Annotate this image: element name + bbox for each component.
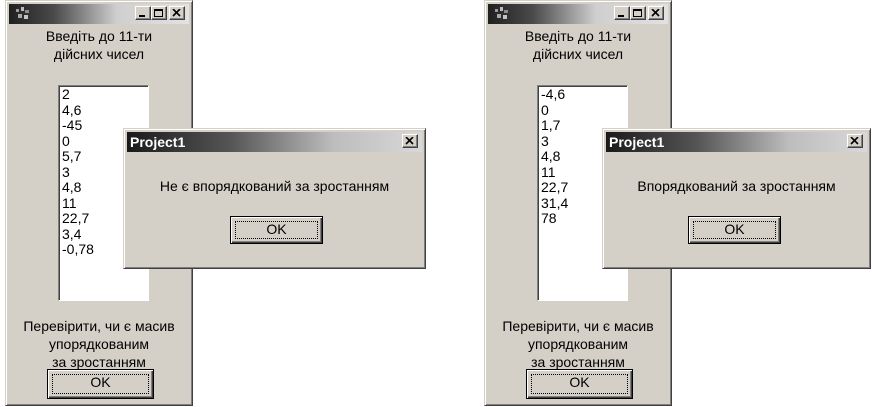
minimize-button[interactable]: [614, 6, 630, 20]
check-ok-button[interactable]: OK: [47, 369, 154, 399]
check-label-line1: Перевірити, чи є масив: [502, 318, 654, 334]
minimize-button[interactable]: [135, 6, 151, 20]
list-item[interactable]: -4,6: [541, 86, 624, 103]
ok-button-label: OK: [531, 374, 628, 394]
check-label-line2: упорядкованим: [527, 336, 629, 352]
instruction-label-line1: Введіть до 11-ти: [45, 28, 153, 44]
dialog-ok-button[interactable]: OK: [688, 216, 781, 244]
app-icon: [16, 7, 29, 19]
check-label-line2: упорядкованим: [48, 336, 150, 352]
dialog-title: Project1: [130, 134, 186, 150]
instruction-label-line2: дійсних чисел: [53, 46, 145, 62]
message-dialog-right: Project1 Впорядкований за зростанням OK: [602, 128, 871, 269]
list-item[interactable]: 4,6: [62, 102, 145, 119]
dialog-ok-label: OK: [235, 221, 318, 239]
message-dialog-left: Project1 Не є впорядкований за зростання…: [123, 128, 426, 269]
app-icon: [495, 7, 508, 19]
instruction-label-line1: Введіть до 11-ти: [524, 28, 632, 44]
close-button[interactable]: [648, 6, 664, 20]
dialog-close-button[interactable]: [402, 134, 418, 148]
dialog-ok-label: OK: [693, 221, 776, 239]
dialog-close-button[interactable]: [847, 134, 863, 148]
list-item[interactable]: 0: [541, 102, 624, 119]
dialog-titlebar[interactable]: Project1: [606, 132, 867, 152]
titlebar-left[interactable]: [9, 4, 189, 24]
maximize-button[interactable]: [630, 6, 646, 20]
dialog-ok-button[interactable]: OK: [230, 216, 323, 244]
check-ok-button[interactable]: OK: [526, 369, 633, 399]
maximize-button[interactable]: [151, 6, 167, 20]
dialog-message: Впорядкований за зростанням: [637, 178, 836, 194]
check-label-line1: Перевірити, чи є масив: [23, 318, 175, 334]
list-item[interactable]: 2: [62, 86, 145, 103]
close-button[interactable]: [169, 6, 185, 20]
instruction-label-line2: дійсних чисел: [532, 46, 624, 62]
ok-button-label: OK: [52, 374, 149, 394]
dialog-title: Project1: [609, 134, 665, 150]
titlebar-right[interactable]: [488, 4, 668, 24]
dialog-titlebar[interactable]: Project1: [127, 132, 422, 152]
dialog-message: Не є впорядкований за зростанням: [159, 178, 390, 194]
